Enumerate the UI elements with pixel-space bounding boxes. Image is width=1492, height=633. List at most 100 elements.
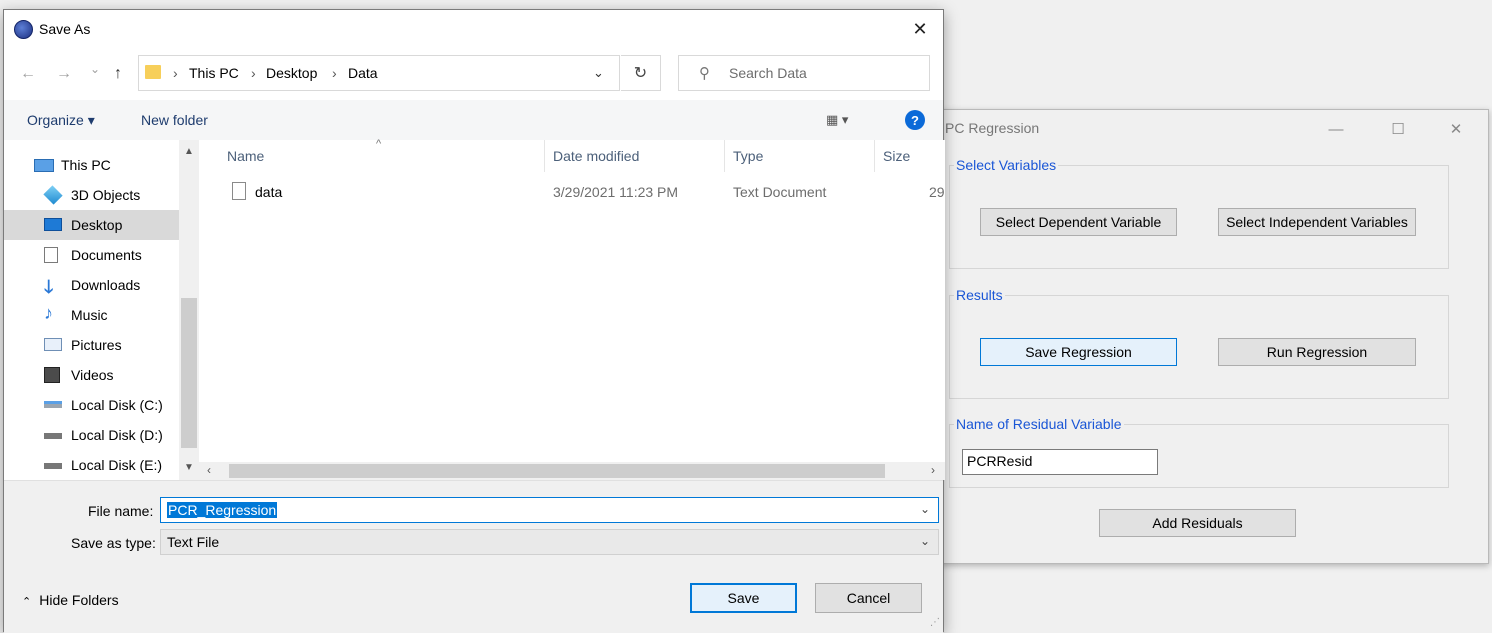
- breadcrumb-sep-icon: ›: [173, 65, 178, 81]
- minimize-button[interactable]: —: [1313, 114, 1359, 144]
- music-icon: ♪: [44, 303, 53, 323]
- command-bar: Organize ▾ New folder ▦ ▾ ?: [4, 100, 943, 140]
- breadcrumb-this-pc[interactable]: This PC: [189, 65, 239, 81]
- scroll-up-icon[interactable]: ▲: [184, 146, 194, 157]
- close-button[interactable]: ✕: [1433, 114, 1479, 144]
- pictures-icon: [44, 338, 62, 351]
- file-type-cell: Text Document: [733, 184, 827, 200]
- file-name-cell: data: [255, 184, 283, 200]
- save-as-type-select[interactable]: Text File ⌄: [160, 529, 939, 555]
- nav-item-local-disk-c[interactable]: Local Disk (C:): [4, 390, 179, 420]
- nav-item-pictures[interactable]: Pictures: [4, 330, 179, 360]
- results-label: Results: [954, 287, 1005, 303]
- pc-regression-window: PC Regression — ☐ ✕ Select Variables Sel…: [938, 109, 1489, 564]
- dialog-close-button[interactable]: ✕: [897, 10, 943, 48]
- address-bar[interactable]: › This PC › Desktop › Data ⌄: [138, 55, 620, 91]
- app-globe-icon: [14, 20, 33, 39]
- save-as-type-value: Text File: [167, 534, 220, 550]
- recent-locations-icon[interactable]: ⌄: [90, 62, 100, 76]
- nav-item-videos[interactable]: Videos: [4, 360, 179, 390]
- pcr-window-title: PC Regression: [945, 120, 1040, 136]
- file-size-cell: 29: [929, 184, 945, 200]
- column-separator[interactable]: [874, 140, 875, 172]
- maximize-button[interactable]: ☐: [1375, 114, 1421, 144]
- save-as-dialog: Save As ✕ ← → ⌄ ↑ › This PC › Desktop › …: [3, 9, 945, 633]
- nav-item-downloads[interactable]: 🡓 Downloads: [4, 270, 179, 300]
- column-header-size[interactable]: Size: [883, 148, 910, 164]
- navigation-bar: ← → ⌄ ↑ › This PC › Desktop › Data ⌄ ↻ ⚲…: [4, 48, 943, 100]
- drive-icon: [44, 401, 62, 408]
- navigation-pane: This PC 3D Objects Desktop Documents 🡓 D…: [4, 140, 199, 480]
- help-icon[interactable]: ?: [905, 110, 925, 130]
- chevron-down-icon[interactable]: ⌄: [920, 502, 930, 516]
- select-variables-group: Select Variables Select Dependent Variab…: [949, 157, 1449, 269]
- nav-item-desktop[interactable]: Desktop: [4, 210, 179, 240]
- column-separator[interactable]: [724, 140, 725, 172]
- back-arrow-icon[interactable]: ←: [20, 65, 36, 83]
- nav-item-local-disk-d[interactable]: Local Disk (D:): [4, 420, 179, 450]
- scroll-left-icon[interactable]: ‹: [207, 463, 211, 477]
- videos-icon: [44, 367, 60, 383]
- scrollbar-thumb[interactable]: [181, 298, 197, 448]
- select-independent-variables-button[interactable]: Select Independent Variables: [1218, 208, 1416, 236]
- nav-item-this-pc[interactable]: This PC: [4, 150, 179, 180]
- refresh-icon[interactable]: ↻: [621, 55, 661, 91]
- desktop-icon: [44, 218, 62, 231]
- run-regression-button[interactable]: Run Regression: [1218, 338, 1416, 366]
- file-list-hscrollbar[interactable]: ‹ ›: [199, 462, 945, 480]
- save-as-type-label: Save as type:: [71, 535, 156, 551]
- file-list-pane: ^ Name Date modified Type Size data 3/29…: [199, 138, 945, 480]
- text-file-icon: [232, 182, 246, 200]
- scroll-right-icon[interactable]: ›: [931, 463, 935, 477]
- column-header-name[interactable]: Name: [227, 148, 264, 164]
- select-dependent-variable-button[interactable]: Select Dependent Variable: [980, 208, 1177, 236]
- residual-variable-group: Name of Residual Variable PCRResid: [949, 416, 1449, 488]
- new-folder-button[interactable]: New folder: [141, 112, 208, 128]
- scroll-down-icon[interactable]: ▼: [184, 462, 194, 473]
- hide-folders-label: Hide Folders: [39, 592, 119, 608]
- file-name-label: File name:: [88, 503, 154, 519]
- column-header-date-modified[interactable]: Date modified: [553, 148, 639, 164]
- computer-icon: [34, 159, 54, 172]
- folder-icon: [145, 65, 161, 79]
- drive-icon: [44, 463, 62, 469]
- up-arrow-icon[interactable]: ↑: [114, 65, 122, 83]
- nav-item-3d-objects[interactable]: 3D Objects: [4, 180, 179, 210]
- column-header-type[interactable]: Type: [733, 148, 763, 164]
- view-options-icon[interactable]: ▦ ▾: [826, 112, 848, 128]
- file-name-input[interactable]: PCR_Regression ⌄: [160, 497, 939, 523]
- chevron-down-icon[interactable]: ⌄: [593, 65, 604, 81]
- chevron-down-icon[interactable]: ⌄: [920, 534, 930, 548]
- breadcrumb-data[interactable]: Data: [348, 65, 378, 81]
- residual-name-input[interactable]: PCRResid: [962, 449, 1158, 475]
- nav-item-local-disk-e[interactable]: Local Disk (E:): [4, 450, 179, 480]
- breadcrumb-sep-icon: ›: [332, 65, 337, 81]
- breadcrumb-desktop[interactable]: Desktop: [266, 65, 317, 81]
- add-residuals-button[interactable]: Add Residuals: [1099, 509, 1296, 537]
- breadcrumb-sep-icon: ›: [251, 65, 256, 81]
- nav-item-documents[interactable]: Documents: [4, 240, 179, 270]
- search-icon: ⚲: [699, 65, 710, 82]
- dialog-title: Save As: [39, 21, 91, 37]
- sort-ascending-icon: ^: [376, 138, 382, 150]
- hide-folders-toggle[interactable]: ⌃ Hide Folders: [22, 592, 119, 608]
- organize-button[interactable]: Organize ▾: [27, 112, 95, 129]
- resize-grip-icon[interactable]: ⋰: [930, 617, 940, 628]
- results-group: Results Save Regression Run Regression: [949, 287, 1449, 399]
- cancel-button[interactable]: Cancel: [815, 583, 922, 613]
- file-date-cell: 3/29/2021 11:23 PM: [553, 184, 679, 200]
- dialog-titlebar: Save As ✕: [4, 10, 943, 48]
- scrollbar-thumb[interactable]: [229, 464, 885, 478]
- drive-icon: [44, 433, 62, 439]
- nav-pane-scrollbar[interactable]: ▲ ▼: [179, 140, 199, 480]
- save-regression-button[interactable]: Save Regression: [980, 338, 1177, 366]
- residual-variable-label: Name of Residual Variable: [954, 416, 1124, 432]
- cube-icon: [43, 185, 63, 205]
- forward-arrow-icon[interactable]: →: [56, 65, 72, 83]
- save-button[interactable]: Save: [690, 583, 797, 613]
- nav-item-music[interactable]: ♪ Music: [4, 300, 179, 330]
- chevron-up-icon: ⌃: [22, 596, 32, 608]
- search-box[interactable]: ⚲ Search Data: [678, 55, 930, 91]
- search-placeholder: Search Data: [729, 65, 807, 81]
- column-separator[interactable]: [544, 140, 545, 172]
